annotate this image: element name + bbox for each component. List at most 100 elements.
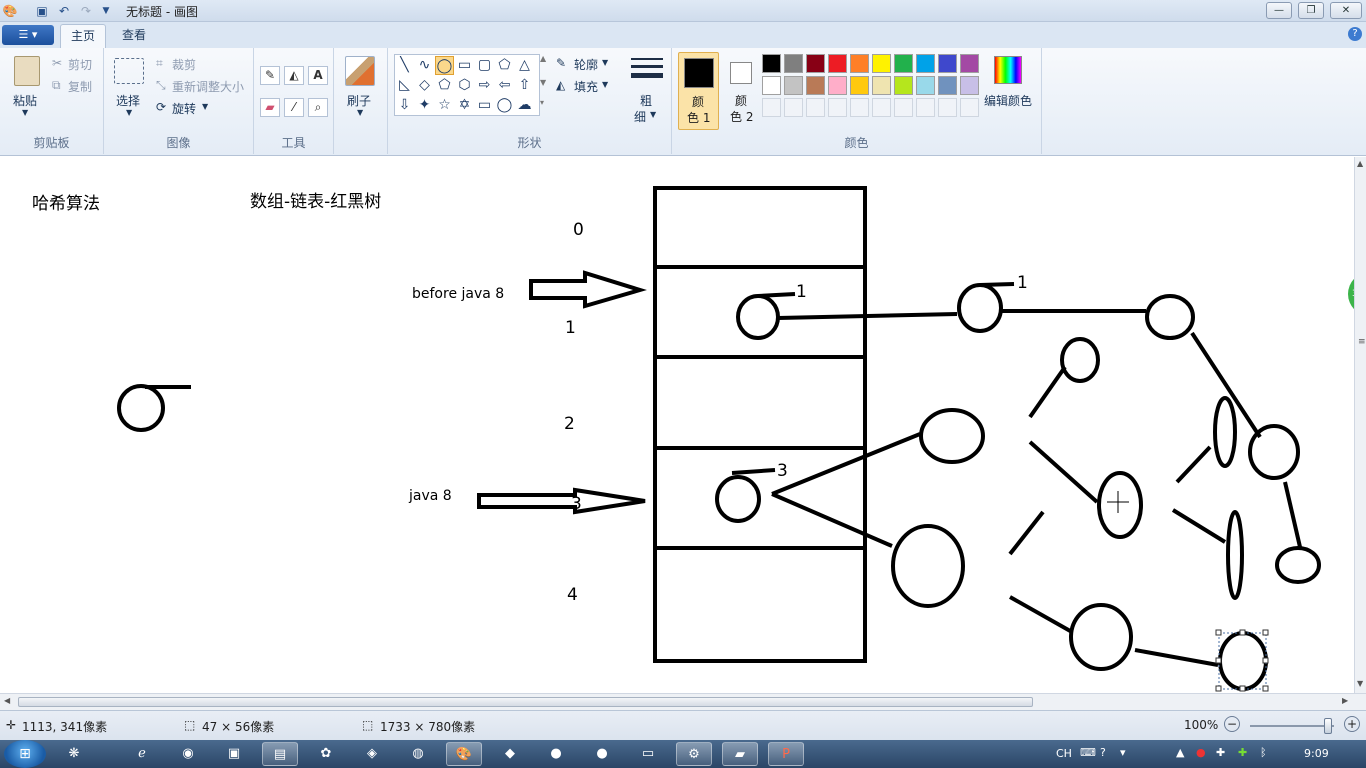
taskbar-eclipse-icon[interactable]: ● [538, 742, 574, 766]
cloud-callout-shape-icon[interactable]: ☁ [515, 96, 534, 115]
shapes-scroll-down-icon[interactable]: ▼ [540, 78, 546, 87]
eraser-icon[interactable]: ▰ [260, 98, 280, 117]
tray-security-icon[interactable]: ✚ [1238, 746, 1247, 759]
curve-shape-icon[interactable]: ∿ [415, 56, 434, 75]
oval-callout-shape-icon[interactable]: ◯ [495, 96, 514, 115]
palette-custom-slot[interactable] [762, 98, 781, 117]
taskbar-eclipse-icon-2[interactable]: ● [584, 742, 620, 766]
palette-swatch[interactable] [872, 54, 891, 73]
palette-custom-slot[interactable] [828, 98, 847, 117]
palette-swatch[interactable] [762, 54, 781, 73]
palette-custom-slot[interactable] [960, 98, 979, 117]
taskbar-settings-icon[interactable]: ⚙ [676, 742, 712, 766]
app-menu-button[interactable]: ☰ ▾ [2, 25, 54, 45]
tray-menu-icon[interactable]: ▾ [1120, 746, 1126, 759]
scroll-right-icon[interactable]: ▶ [1342, 696, 1348, 705]
right-arrow-shape-icon[interactable]: ⇨ [475, 76, 494, 95]
select-button[interactable]: 选择 [116, 92, 140, 109]
shapes-more-icon[interactable]: ▾ [540, 98, 544, 107]
size-button-line2[interactable]: 细 [634, 108, 646, 125]
copy-button[interactable]: 复制 [68, 78, 92, 95]
rect-callout-shape-icon[interactable]: ▭ [475, 96, 494, 115]
palette-custom-slot[interactable] [784, 98, 803, 117]
palette-swatch[interactable] [784, 76, 803, 95]
taskbar-chrome-icon[interactable]: ◉ [170, 742, 206, 766]
clock[interactable]: 9:09 [1304, 747, 1329, 760]
four-point-star-shape-icon[interactable]: ✦ [415, 96, 434, 115]
palette-custom-slot[interactable] [872, 98, 891, 117]
size-dropdown-icon[interactable]: ▼ [650, 110, 656, 119]
scroll-down-icon[interactable]: ▼ [1357, 679, 1363, 688]
shapes-scroll-up-icon[interactable]: ▲ [540, 54, 546, 63]
brushes-dropdown-icon[interactable]: ▼ [357, 108, 363, 117]
fill-bucket-icon[interactable]: ◭ [284, 66, 304, 85]
text-tool-icon[interactable]: A [308, 66, 328, 85]
edit-colors-button[interactable]: 编辑颜色 [984, 92, 1032, 109]
taskbar-folder-icon[interactable]: ▰ [722, 742, 758, 766]
palette-swatch[interactable] [960, 76, 979, 95]
down-arrow-shape-icon[interactable]: ⇩ [395, 96, 414, 115]
keyboard-icon[interactable]: ⌨ [1080, 746, 1096, 759]
help-tray-icon[interactable]: ? [1100, 746, 1106, 759]
horizontal-scrollbar[interactable]: ◀ ▶ [0, 693, 1366, 710]
oval-shape-icon[interactable]: ◯ [435, 56, 454, 75]
taskbar-paint-icon[interactable]: 🎨 [446, 742, 482, 766]
triangle-shape-icon[interactable]: △ [515, 56, 534, 75]
rotate-dropdown-icon[interactable]: ▼ [202, 102, 208, 111]
tray-record-icon[interactable]: ● [1196, 746, 1206, 759]
palette-swatch[interactable] [806, 76, 825, 95]
taskbar-powerpoint-icon[interactable]: P [768, 742, 804, 766]
brush-icon[interactable] [345, 56, 375, 86]
taskbar-app-icon-4[interactable]: ✿ [308, 742, 344, 766]
fill-button[interactable]: 填充 [574, 78, 598, 95]
magnifier-icon[interactable]: ⌕ [308, 98, 328, 117]
show-hidden-icons-icon[interactable]: ▲ [1176, 746, 1184, 759]
palette-swatch[interactable] [828, 76, 847, 95]
diamond-shape-icon[interactable]: ◇ [415, 76, 434, 95]
palette-custom-slot[interactable] [938, 98, 957, 117]
vertical-scrollbar[interactable]: ▲ ≡ ▼ [1354, 157, 1366, 693]
color1-button[interactable]: 颜 色 1 [678, 52, 719, 130]
taskbar-app-icon-3[interactable]: ▤ [262, 742, 298, 766]
bluetooth-icon[interactable]: ᛒ [1260, 746, 1267, 759]
paste-icon[interactable] [14, 56, 40, 86]
tab-view[interactable]: 查看 [112, 24, 156, 48]
minimize-button[interactable]: — [1266, 2, 1292, 19]
palette-swatch[interactable] [850, 76, 869, 95]
taskbar-app-icon-1[interactable]: ❋ [56, 742, 92, 766]
palette-swatch[interactable] [960, 54, 979, 73]
palette-custom-slot[interactable] [850, 98, 869, 117]
save-icon[interactable]: ▣ [34, 3, 50, 19]
palette-swatch[interactable] [872, 76, 891, 95]
palette-custom-slot[interactable] [806, 98, 825, 117]
six-point-star-shape-icon[interactable]: ✡ [455, 96, 474, 115]
fill-dropdown-icon[interactable]: ▼ [602, 80, 608, 89]
palette-swatch[interactable] [894, 54, 913, 73]
palette-swatch[interactable] [762, 76, 781, 95]
resize-button[interactable]: 重新调整大小 [172, 78, 244, 95]
palette-swatch[interactable] [916, 54, 935, 73]
select-icon[interactable] [114, 58, 144, 84]
rounded-rectangle-shape-icon[interactable]: ▢ [475, 56, 494, 75]
left-arrow-shape-icon[interactable]: ⇦ [495, 76, 514, 95]
language-indicator[interactable]: CH [1056, 747, 1072, 760]
color2-button[interactable]: 颜 色 2 [722, 52, 763, 130]
line-shape-icon[interactable]: ╲ [395, 56, 414, 75]
palette-swatch[interactable] [916, 76, 935, 95]
outline-dropdown-icon[interactable]: ▼ [602, 58, 608, 67]
hexagon-shape-icon[interactable]: ⬡ [455, 76, 474, 95]
right-triangle-shape-icon[interactable]: ◺ [395, 76, 414, 95]
brushes-button[interactable]: 刷子 [347, 92, 371, 109]
palette-swatch[interactable] [938, 76, 957, 95]
size-button-line1[interactable]: 粗 [640, 92, 652, 109]
pentagon-shape-icon[interactable]: ⬠ [435, 76, 454, 95]
tab-home[interactable]: 主页 [60, 24, 107, 48]
zoom-out-button[interactable]: − [1224, 716, 1240, 732]
taskbar-app-icon-2[interactable]: ▣ [216, 742, 252, 766]
palette-swatch[interactable] [806, 54, 825, 73]
taskbar-terminal-icon[interactable]: ▭ [630, 742, 666, 766]
zoom-in-button[interactable]: + [1344, 716, 1360, 732]
start-button[interactable]: ⊞ [4, 740, 46, 768]
rotate-button[interactable]: 旋转 [172, 100, 196, 117]
cut-button[interactable]: 剪切 [68, 56, 92, 73]
